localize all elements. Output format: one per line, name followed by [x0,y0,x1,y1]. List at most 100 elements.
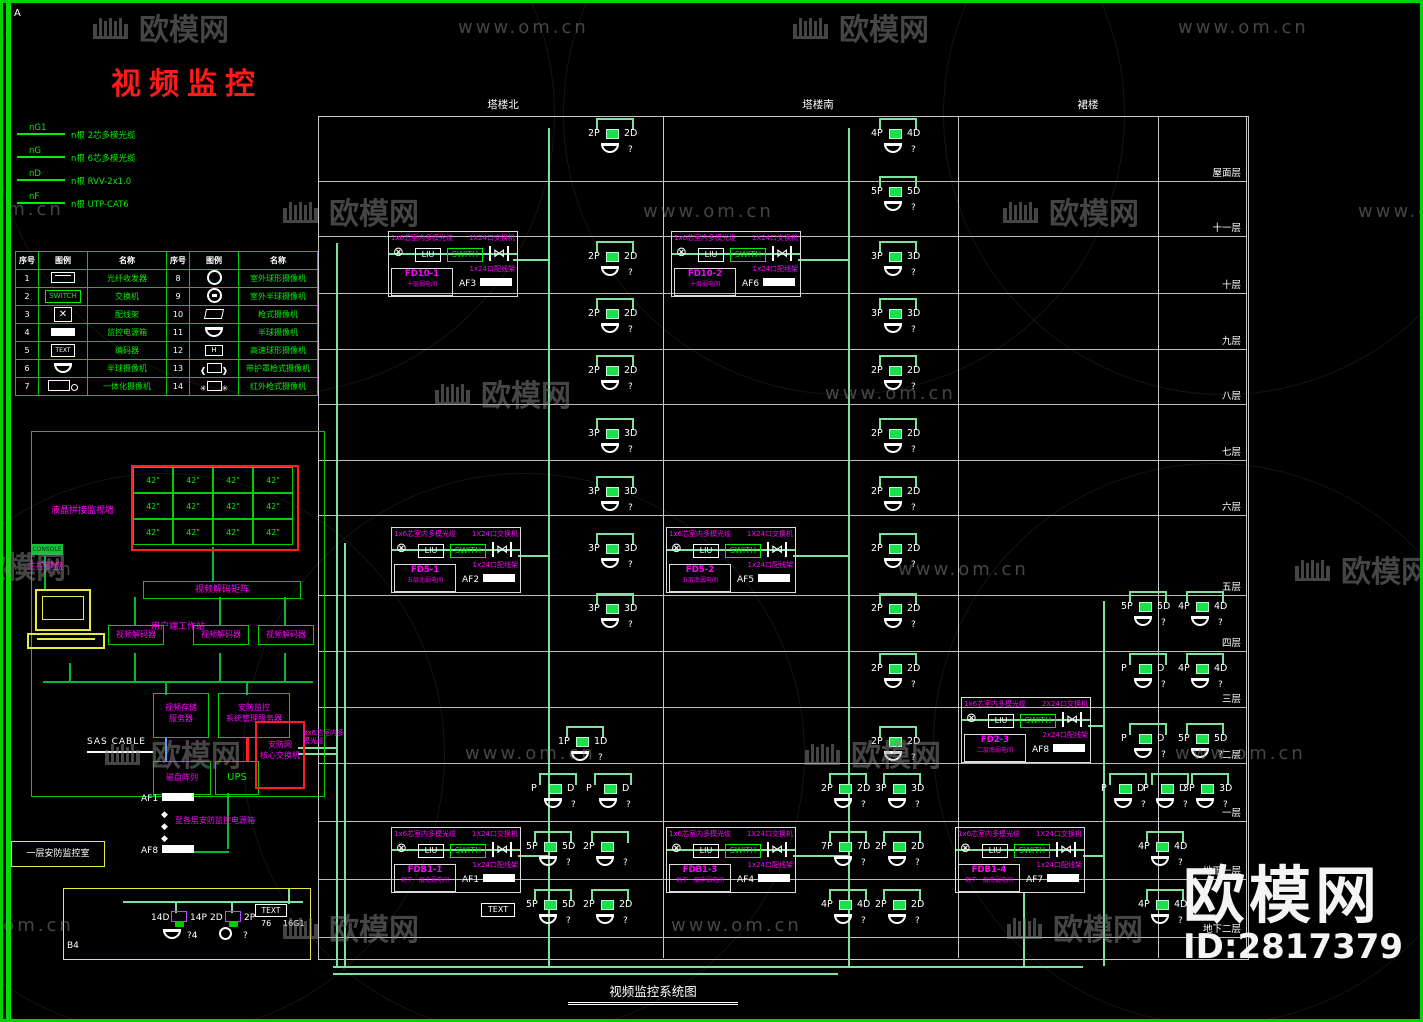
basement-num: 76 [261,919,272,928]
dome-camera-icon [1134,616,1152,626]
drop-d-label: 4D [907,128,921,139]
dome-camera-icon [884,201,902,211]
junction-box-icon [839,784,852,794]
dome-camera-icon [834,914,852,924]
dome-camera-icon [834,798,852,808]
legend-no: 2 [15,287,39,306]
node-fd5-1: 1x6芯室内多模光缆 1X24口交换机 ⊗ LIU SWITH ⋈ 1x24口配… [391,527,521,593]
liu-box: LIU [982,844,1008,858]
ball-camera-icon [219,927,232,940]
drop-p-label: P [1101,783,1107,794]
dome-camera-icon [888,856,906,866]
legend-no: 5 [15,341,39,360]
drop-q-label: ? [1218,680,1223,690]
junction-box-icon [889,309,902,319]
drop-d-label: 4D [1214,663,1228,674]
legend-name: 交换机 [87,287,167,306]
node-switch-label: 1X24口交换机 [471,830,518,838]
drop-p-label: 3P [588,603,600,614]
node-code-box: FD5-2 五层南弱电间 [669,564,731,592]
drop-q-label: ? [1218,750,1223,760]
node-room: 地下一层中弱电间 [675,877,724,884]
junction-box-icon [889,366,902,376]
camera-drop: 3P 3D ? [871,241,949,291]
dome-camera-icon [1151,856,1169,866]
fiber-coupler-icon: ⊗ [671,841,682,856]
drop-d-label: 7D [857,841,871,852]
floor-line [318,515,1247,516]
dome-camera-icon [1134,678,1152,688]
symbol-table: 序号 图例 名称 序号 图例 名称 1 光纤收发器 8 室外球形摄像机 2 SWITCH … [15,251,318,396]
drop-p-label: 2P [588,308,600,319]
drop-d-label: 5D [1214,733,1228,744]
node-af-bar [1047,874,1080,882]
legend-no: 9 [166,287,190,306]
drop-q-label: ? [911,445,916,455]
encoder-icon: TEXT [38,341,88,360]
node-code-box: FDB1-4 地下一层南弱电间 [958,864,1020,892]
af-top-bar [162,793,195,801]
drop-p-label: 2P [871,603,883,614]
drop-d-label: 3D [907,251,921,262]
storage-server-line1: 视频存储 [165,703,197,712]
junction-box-icon [889,252,902,262]
basement-chip-1 [171,911,187,927]
node-af-bar [483,574,516,582]
fiber-out-label: 8x6芯室内多模光缆 [303,729,345,745]
drop-p-label: 4P [871,128,883,139]
dome-camera-icon [1191,616,1209,626]
legend-header: 序号 [15,251,39,270]
camera-drop: 2P 2D ? [871,355,949,405]
node-switch-label: 2X24口交换机 [1041,700,1088,708]
wire-sample-line [17,133,65,135]
switch-box: SWITH [1014,844,1050,858]
junction-box-icon [544,900,557,910]
wire [333,966,1083,968]
switch-box: SWITH [725,544,761,558]
dome-icon [189,323,239,342]
drop-d-label: 2D [624,365,638,376]
core-switch-box: 安防网 核心交换机 [255,721,305,789]
drop-q-label: ? [1223,800,1228,810]
gunh-icon: H [189,341,239,360]
node-switch-label: 1X24口交换机 [1035,830,1082,838]
legend-header: 图例 [189,251,239,270]
junction-box-icon [1139,602,1152,612]
junction-box-icon [606,129,619,139]
dome-camera-icon [884,443,902,453]
drop-p-label: 5P [1121,601,1133,612]
drop-d-label: 2D [907,603,921,614]
dome-camera-icon [539,914,557,924]
section-header-tower-north: 塔楼北 [487,99,519,111]
liu-box: LIU [415,248,441,262]
drop-p-label: 2P [588,251,600,262]
node-patch-label: 1x24口配线架 [469,265,515,273]
disk-array-box: 磁盘阵列 [153,761,211,795]
patch-panel-icon: ⋈ [492,842,512,857]
ball-icon [189,269,239,288]
floor-label: 屋面层 [1212,168,1241,179]
monitor-cell: 42" [173,493,213,519]
camera-drop: 5P 5D ? [871,176,949,226]
node-patch-label: 1x24口配线架 [472,861,518,869]
patch-panel-icon: ⋈ [1056,842,1076,857]
legend-no: 12 [166,341,190,360]
drop-d-label: 5D [562,841,576,852]
drop-p-label: 4P [821,899,833,910]
junction-box-icon [576,737,589,747]
monitor-cell: 42" [133,519,173,545]
legend-name: 带护罩枪式摄像机 [238,359,318,378]
dome-icon [38,359,88,378]
drop-d-label: D [1157,733,1165,744]
node-code: FD2-3 [980,735,1010,745]
drop-d-label: 4D [1214,601,1228,612]
drop-d-label: 2D [911,899,925,910]
drop-p-label: 2P [821,783,833,794]
dome-camera-icon [539,856,557,866]
camera-drop: 2P 2D ? [588,355,666,405]
drop-q-label: ? [598,753,603,763]
drop-p-label: 2P [583,841,595,852]
wire [1023,893,1025,966]
legend-name: 室外半球摄像机 [238,287,318,306]
drop-p-label: 2P [871,663,883,674]
